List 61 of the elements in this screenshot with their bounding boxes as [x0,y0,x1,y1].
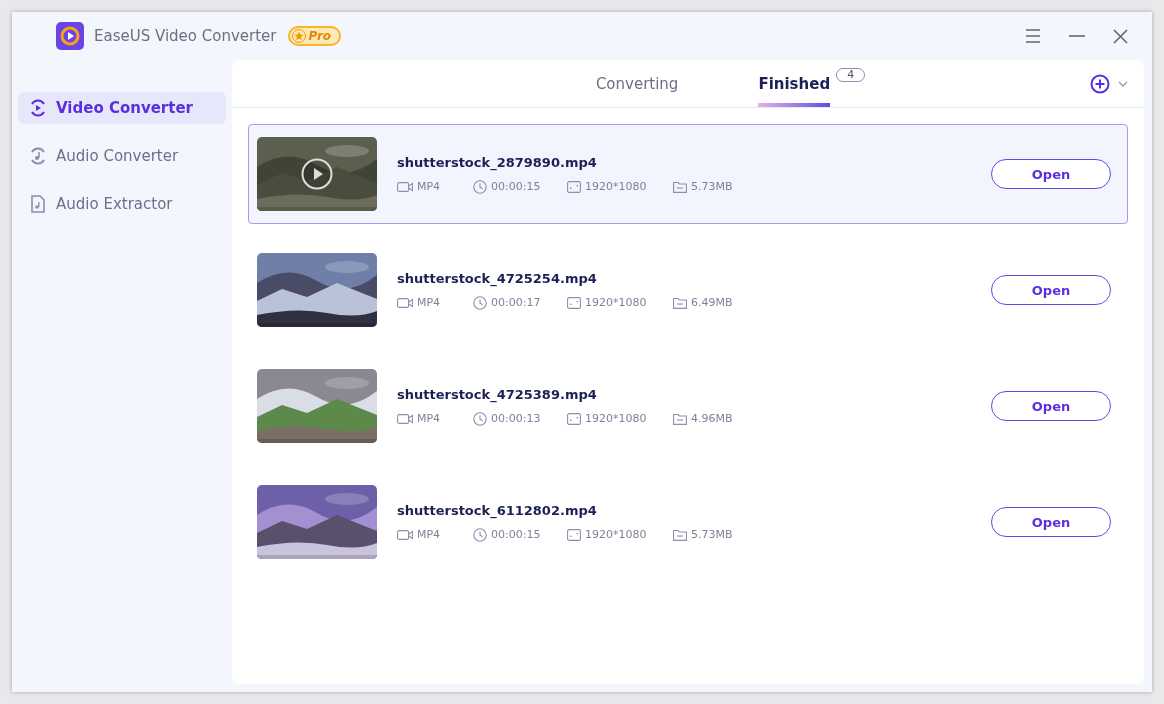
star-icon [292,29,307,43]
file-duration: 00:00:13 [491,412,541,425]
file-format: MP4 [417,180,441,193]
file-size: 6.49MB [691,296,733,309]
folder-icon [673,528,687,541]
folder-icon [673,180,687,193]
open-button[interactable]: Open [991,391,1111,421]
sidebar-item[interactable]: Video Converter [18,92,226,124]
add-icon[interactable] [1090,74,1110,94]
play-icon[interactable] [301,158,333,190]
file-resolution: 1920*1080 [585,412,647,425]
video-camera-icon [397,529,413,540]
file-duration: 00:00:17 [491,296,541,309]
file-row[interactable]: shutterstock_4725254.mp4 MP4 00:00:17 1920*1080 6.49MB Open [248,240,1128,340]
sidebar-item[interactable]: Audio Converter [18,140,226,172]
file-row[interactable]: shutterstock_4725389.mp4 MP4 00:00:13 1920*1080 4.96MB Open [248,356,1128,456]
resolution-icon [567,528,581,541]
video-convert-icon [28,98,48,118]
open-button[interactable]: Open [991,507,1111,537]
app-logo-icon [56,22,84,50]
file-name: shutterstock_6112802.mp4 [397,502,598,518]
video-camera-icon [397,297,413,308]
clock-icon [473,295,487,310]
clock-icon [473,411,487,426]
video-camera-icon [397,181,413,192]
music-file-icon [28,194,48,214]
sidebar-item[interactable]: Audio Extractor [18,188,226,220]
open-button[interactable]: Open [991,275,1111,305]
menu-icon[interactable] [1025,29,1041,43]
audio-convert-icon [28,146,48,166]
file-name: shutterstock_2879890.mp4 [397,154,598,170]
window-title: EaseUS Video Converter [94,27,277,45]
file-duration: 00:00:15 [491,180,541,193]
folder-icon [673,296,687,309]
resolution-icon [567,296,581,309]
video-camera-icon [397,413,413,424]
file-duration: 00:00:15 [491,528,541,541]
tab[interactable]: Finished [758,60,831,107]
resolution-icon [567,412,581,425]
file-name: shutterstock_4725254.mp4 [397,270,598,286]
clock-icon [473,179,487,194]
file-resolution: 1920*1080 [585,180,647,193]
folder-icon [673,412,687,425]
file-resolution: 1920*1080 [585,528,647,541]
tab[interactable]: Converting [595,60,679,107]
chevron-down-icon[interactable] [1118,81,1128,87]
clock-icon [473,527,487,542]
open-button[interactable]: Open [991,159,1111,189]
file-name: shutterstock_4725389.mp4 [397,386,598,402]
resolution-icon [567,180,581,193]
file-size: 5.73MB [691,180,733,193]
file-size: 4.96MB [691,412,733,425]
file-format: MP4 [417,528,441,541]
file-format: MP4 [417,412,441,425]
file-size: 5.73MB [691,528,733,541]
pro-label: Pro [308,29,332,43]
file-row[interactable]: shutterstock_6112802.mp4 MP4 00:00:15 1920*1080 5.73MB Open [248,472,1128,572]
file-row[interactable]: shutterstock_2879890.mp4 MP4 00:00:15 1920*1080 5.73MB Open [248,124,1128,224]
file-resolution: 1920*1080 [585,296,647,309]
close-icon[interactable] [1113,28,1128,44]
file-format: MP4 [417,296,441,309]
